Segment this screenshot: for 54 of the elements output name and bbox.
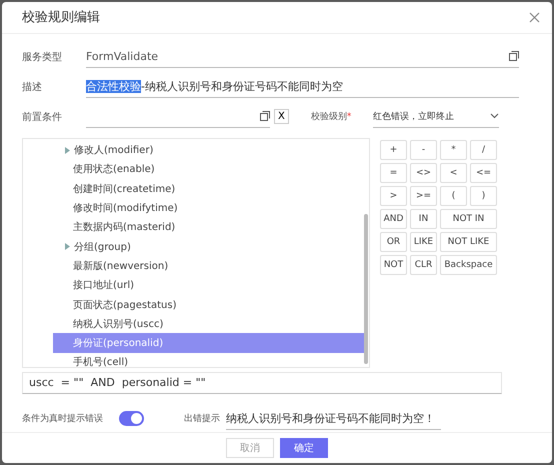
operator-button[interactable]: > bbox=[380, 186, 407, 206]
tree-item[interactable]: 修改人(modifier) bbox=[53, 140, 364, 160]
operator-button[interactable]: = bbox=[380, 162, 407, 182]
tree-item[interactable]: 使用状态(enable) bbox=[53, 160, 364, 180]
operator-button[interactable]: CLR bbox=[410, 254, 437, 274]
error-message-field[interactable]: 纳税人识别号和身份证号码不能同时为空！ bbox=[226, 407, 441, 430]
clear-button[interactable]: X bbox=[274, 109, 289, 124]
scrollbar-thumb[interactable] bbox=[364, 214, 368, 364]
operator-button[interactable]: AND bbox=[380, 208, 407, 228]
expression-field[interactable]: uscc = "" AND personalid = "" bbox=[22, 372, 502, 394]
dialog-title: 校验规则编辑 bbox=[22, 9, 100, 26]
operator-button[interactable]: ( bbox=[440, 186, 467, 206]
expand-triangle-icon[interactable] bbox=[65, 243, 70, 250]
tree-item[interactable]: 手机号(cell) bbox=[53, 352, 364, 372]
service-type-field[interactable]: FormValidate bbox=[86, 45, 519, 68]
tree-item[interactable]: 分组(group) bbox=[53, 236, 364, 256]
field-label: 服务类型 bbox=[22, 50, 63, 64]
tree-item[interactable]: 修改时间(modifytime) bbox=[53, 198, 364, 218]
tree-item[interactable]: 最新版(newversion) bbox=[53, 256, 364, 276]
tree-item[interactable]: 纳税人识别号(uscc) bbox=[53, 314, 364, 334]
operator-button[interactable]: IN bbox=[410, 208, 437, 228]
operator-button[interactable]: NOT bbox=[380, 254, 407, 274]
tree-item[interactable]: 接口地址(url) bbox=[53, 276, 364, 295]
operator-button[interactable]: <> bbox=[410, 162, 437, 182]
operator-button[interactable]: LIKE bbox=[410, 232, 437, 252]
operator-button[interactable]: + bbox=[380, 140, 407, 160]
toggle-switch[interactable] bbox=[119, 411, 144, 426]
copy-icon[interactable] bbox=[260, 111, 270, 121]
operator-button[interactable]: ) bbox=[470, 186, 497, 206]
operator-button[interactable]: < bbox=[440, 162, 467, 182]
operator-button[interactable]: Backspace bbox=[440, 254, 497, 274]
ok-button[interactable]: 确定 bbox=[280, 438, 328, 458]
copy-icon[interactable] bbox=[509, 51, 519, 61]
operator-button[interactable]: NOT LIKE bbox=[440, 232, 497, 252]
operator-button[interactable]: <= bbox=[470, 162, 497, 182]
operator-button[interactable]: - bbox=[410, 140, 437, 160]
operator-button[interactable]: OR bbox=[380, 232, 407, 252]
chevron-down-icon bbox=[490, 113, 499, 119]
toggle-label: 条件为真时提示错误 bbox=[22, 412, 104, 425]
expand-triangle-icon[interactable] bbox=[65, 146, 70, 154]
operator-button[interactable]: >= bbox=[410, 186, 437, 206]
field-label: 出错提示 bbox=[184, 412, 221, 425]
field-label: 描述 bbox=[22, 80, 43, 94]
description-field[interactable]: 合法性校验-纳税人识别号和身份证号码不能同时为空 bbox=[86, 75, 519, 98]
operator-button[interactable]: NOT IN bbox=[440, 208, 497, 228]
operator-button[interactable]: / bbox=[470, 140, 497, 160]
field-label: 前置条件 bbox=[22, 110, 63, 124]
level-select[interactable]: 红色错误，立即终止 bbox=[372, 105, 499, 128]
tree-item[interactable]: 页面状态(pagestatus) bbox=[53, 294, 364, 314]
operator-button[interactable]: * bbox=[440, 140, 467, 160]
field-label: 校验级别* bbox=[310, 110, 352, 123]
close-icon[interactable] bbox=[529, 12, 540, 23]
tree-item[interactable]: 主数据内码(masterid) bbox=[53, 218, 364, 237]
tree-item[interactable]: 创建时间(createtime) bbox=[53, 179, 364, 198]
